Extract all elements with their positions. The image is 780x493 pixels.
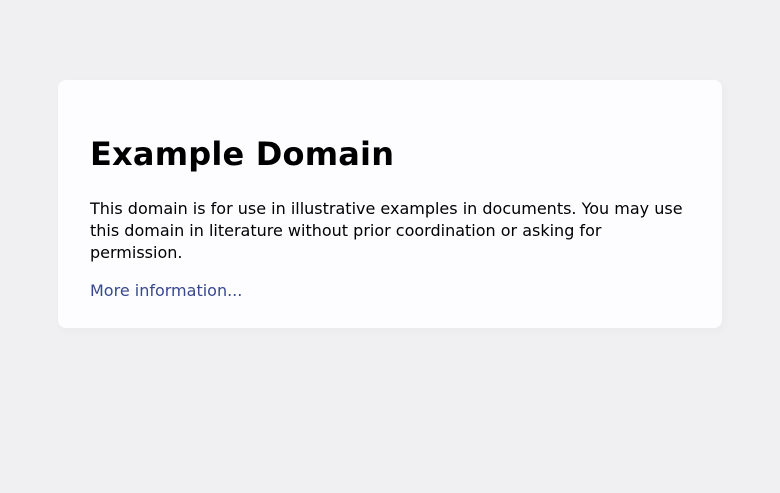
- more-info-paragraph: More information...: [90, 280, 690, 302]
- page-title: Example Domain: [90, 135, 395, 173]
- page: { "page": { "title": "Example Domain", "…: [0, 0, 780, 493]
- more-information-link[interactable]: More information...: [90, 281, 242, 300]
- page-description: This domain is for use in illustrative e…: [90, 199, 683, 262]
- content-card: Example Domain This domain is for use in…: [58, 80, 722, 328]
